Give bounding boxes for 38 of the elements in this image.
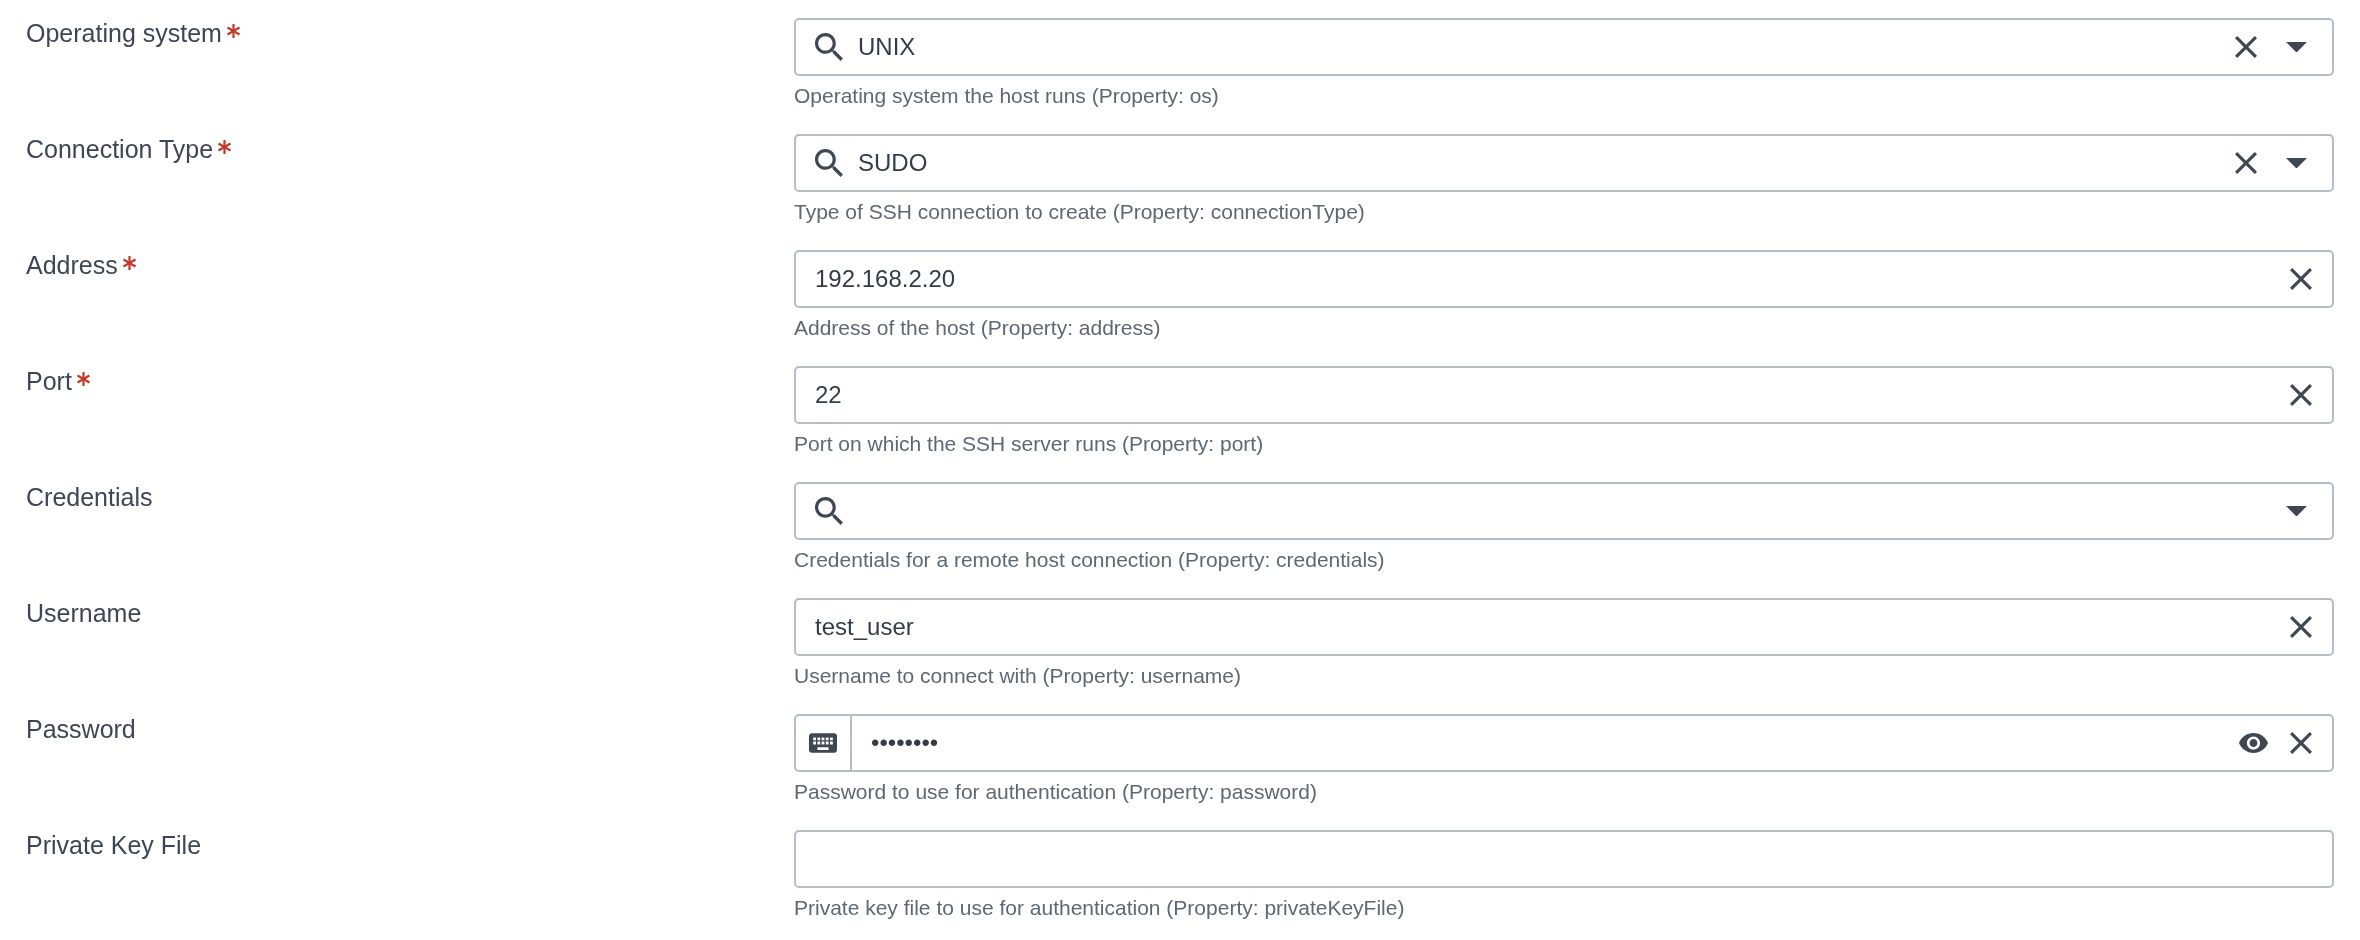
close-icon[interactable] <box>2290 732 2312 754</box>
caret-down-icon[interactable] <box>2286 41 2307 53</box>
hint-text: Port on which the SSH server runs (Property: port) <box>794 432 1265 456</box>
caret-down-icon[interactable] <box>2286 505 2307 517</box>
field-label: Private Key File <box>26 830 202 860</box>
search-icon <box>815 33 843 61</box>
text-field[interactable]: 192.168.2.20 <box>794 250 2334 308</box>
search-icon <box>815 149 843 177</box>
field-label: Password <box>26 714 136 744</box>
select-field[interactable] <box>794 482 2334 540</box>
hint-text: Operating system the host runs (Property: os) <box>794 84 1220 108</box>
field-label: Username <box>26 598 142 628</box>
search-icon <box>815 497 843 525</box>
caret-down-icon[interactable] <box>2286 157 2307 169</box>
field-label: Operating system <box>26 18 222 48</box>
text-field[interactable]: test_user <box>794 598 2334 656</box>
select-field[interactable]: SUDO <box>794 134 2334 192</box>
hint-text: Password to use for authentication (Property: password) <box>794 780 1318 804</box>
close-icon[interactable] <box>2290 268 2312 290</box>
select-field[interactable]: UNIX <box>794 18 2334 76</box>
hint-text: Credentials for a remote host connection (Property: credentials) <box>794 548 1386 572</box>
close-icon[interactable] <box>2235 152 2257 174</box>
close-icon[interactable] <box>2290 616 2312 638</box>
password-field[interactable]: •••••••• <box>794 714 2334 772</box>
field-label: Credentials <box>26 482 153 512</box>
field-label: Connection Type <box>26 134 214 164</box>
keyboard-icon <box>809 733 837 753</box>
hint-text: Address of the host (Property: address) <box>794 316 1162 340</box>
eye-icon[interactable] <box>2239 733 2268 753</box>
text-field[interactable] <box>794 830 2334 888</box>
field-label: Address <box>26 250 118 280</box>
hint-text: Type of SSH connection to create (Property: connectionType) <box>794 200 1366 224</box>
hint-text: Private key file to use for authentication (Property: privateKeyFile) <box>794 896 1406 920</box>
field-label: Port <box>26 366 72 396</box>
close-icon[interactable] <box>2235 36 2257 58</box>
text-field[interactable]: 22 <box>794 366 2334 424</box>
hint-text: Username to connect with (Property: username) <box>794 664 1243 688</box>
close-icon[interactable] <box>2290 384 2312 406</box>
